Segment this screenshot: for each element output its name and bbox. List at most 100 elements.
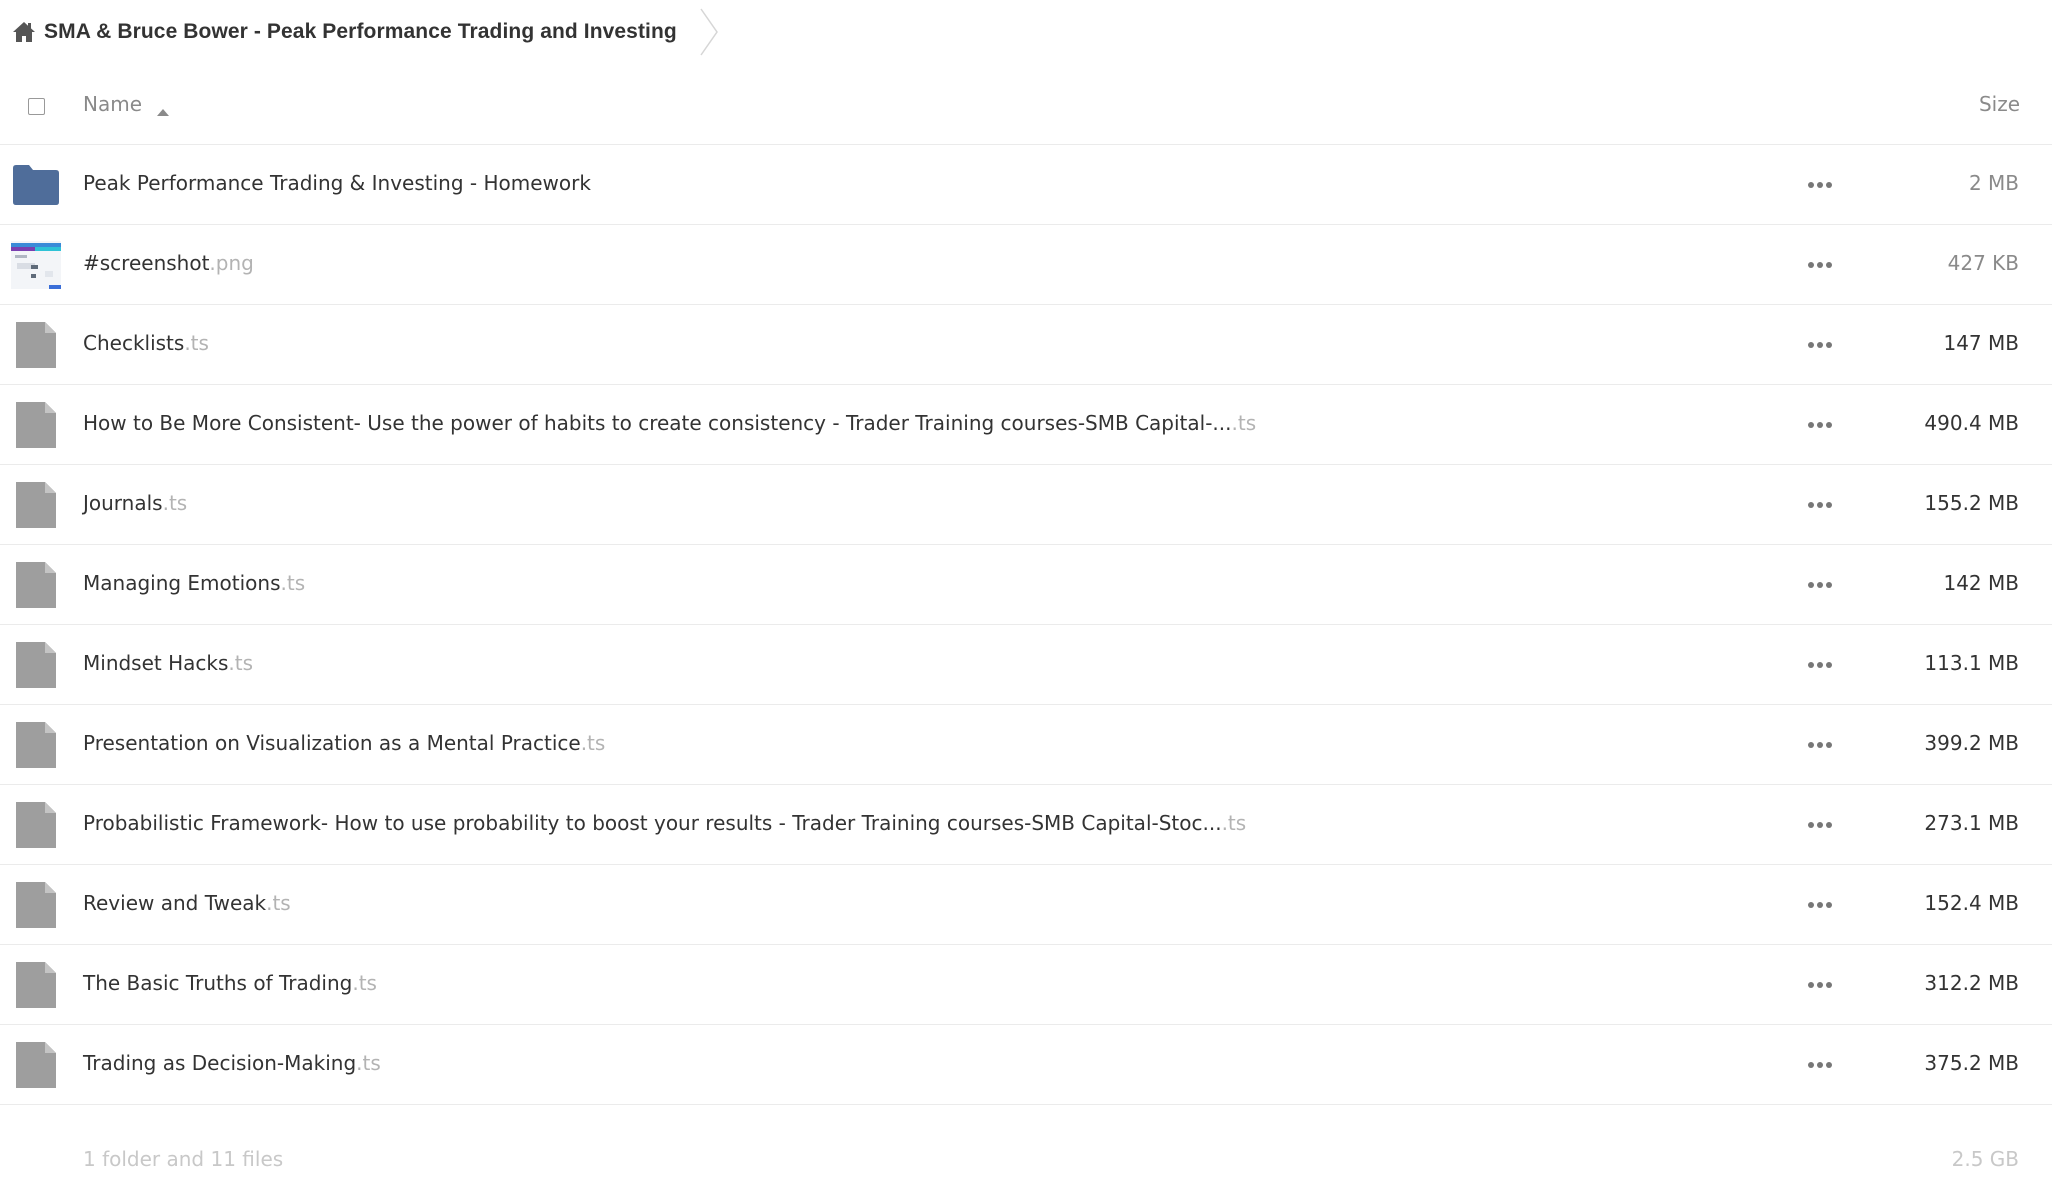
file-name-base: Trading as Decision-Making bbox=[83, 1051, 357, 1075]
file-name[interactable]: Probabilistic Framework- How to use prob… bbox=[83, 811, 1246, 835]
file-name[interactable]: Trading as Decision-Making.ts bbox=[83, 1051, 381, 1075]
more-options-icon[interactable] bbox=[1808, 255, 1832, 275]
breadcrumb-current-folder[interactable]: SMA & Bruce Bower - Peak Performance Tra… bbox=[44, 20, 677, 44]
file-icon bbox=[10, 799, 62, 851]
dot bbox=[1826, 502, 1832, 508]
file-name[interactable]: The Basic Truths of Trading.ts bbox=[83, 971, 377, 995]
dot bbox=[1808, 982, 1814, 988]
file-name[interactable]: Review and Tweak.ts bbox=[83, 891, 291, 915]
file-name-base: #screenshot bbox=[83, 251, 210, 275]
file-size: 142 MB bbox=[1943, 571, 2019, 595]
file-name-base: Presentation on Visualization as a Menta… bbox=[83, 731, 581, 755]
file-name-base: Managing Emotions bbox=[83, 571, 281, 595]
more-options-icon[interactable] bbox=[1808, 335, 1832, 355]
dot bbox=[1817, 582, 1823, 588]
file-extension: .ts bbox=[266, 891, 291, 915]
dot bbox=[1826, 422, 1832, 428]
folder-row[interactable]: Peak Performance Trading & Investing - H… bbox=[0, 145, 2052, 225]
file-icon bbox=[10, 1039, 62, 1091]
file-size: 399.2 MB bbox=[1924, 731, 2019, 755]
more-options-icon[interactable] bbox=[1808, 1055, 1832, 1075]
dot bbox=[1826, 662, 1832, 668]
file-icon bbox=[10, 959, 62, 1011]
dot bbox=[1817, 1062, 1823, 1068]
dot bbox=[1808, 262, 1814, 268]
file-row[interactable]: Probabilistic Framework- How to use prob… bbox=[0, 785, 2052, 865]
file-name[interactable]: How to Be More Consistent- Use the power… bbox=[83, 411, 1256, 435]
dot bbox=[1826, 902, 1832, 908]
dot bbox=[1817, 502, 1823, 508]
more-options-icon[interactable] bbox=[1808, 575, 1832, 595]
more-options-icon[interactable] bbox=[1808, 815, 1832, 835]
dot bbox=[1826, 582, 1832, 588]
dot bbox=[1808, 1062, 1814, 1068]
select-all-checkbox[interactable] bbox=[28, 98, 45, 115]
file-extension: .ts bbox=[162, 491, 188, 515]
file-row[interactable]: Review and Tweak.ts 152.4 MB bbox=[0, 865, 2052, 945]
file-name[interactable]: #screenshot.png bbox=[83, 251, 254, 275]
more-options-icon[interactable] bbox=[1808, 175, 1832, 195]
file-row[interactable]: How to Be More Consistent- Use the power… bbox=[0, 385, 2052, 465]
dot bbox=[1826, 262, 1832, 268]
dot bbox=[1817, 742, 1823, 748]
file-name[interactable]: Journals.ts bbox=[83, 491, 187, 515]
file-name[interactable]: Presentation on Visualization as a Menta… bbox=[83, 731, 605, 755]
dot bbox=[1808, 422, 1814, 428]
dot bbox=[1817, 662, 1823, 668]
file-size: 273.1 MB bbox=[1924, 811, 2019, 835]
dot bbox=[1826, 182, 1832, 188]
dot bbox=[1826, 1062, 1832, 1068]
file-row[interactable]: Journals.ts 155.2 MB bbox=[0, 465, 2052, 545]
dot bbox=[1808, 742, 1814, 748]
file-row[interactable]: Trading as Decision-Making.ts 375.2 MB bbox=[0, 1025, 2052, 1105]
file-row[interactable]: #screenshot.png 427 KB bbox=[0, 225, 2052, 305]
file-row[interactable]: Presentation on Visualization as a Menta… bbox=[0, 705, 2052, 785]
dot bbox=[1808, 342, 1814, 348]
file-list-summary: 1 folder and 11 files 2.5 GB bbox=[0, 1135, 2052, 1185]
more-options-icon[interactable] bbox=[1808, 655, 1832, 675]
dot bbox=[1817, 902, 1823, 908]
file-name[interactable]: Peak Performance Trading & Investing - H… bbox=[83, 171, 591, 195]
file-icon bbox=[10, 879, 62, 931]
more-options-icon[interactable] bbox=[1808, 895, 1832, 915]
file-extension: .ts bbox=[228, 651, 254, 675]
file-row[interactable]: Checklists.ts 147 MB bbox=[0, 305, 2052, 385]
file-extension: .ts bbox=[352, 971, 377, 995]
file-name-base: Journals bbox=[83, 491, 163, 515]
image-thumbnail-icon bbox=[10, 239, 62, 291]
breadcrumb: SMA & Bruce Bower - Peak Performance Tra… bbox=[0, 0, 721, 64]
home-icon[interactable] bbox=[12, 20, 36, 44]
more-options-icon[interactable] bbox=[1808, 975, 1832, 995]
dot bbox=[1808, 182, 1814, 188]
file-name[interactable]: Checklists.ts bbox=[83, 331, 209, 355]
file-row[interactable]: The Basic Truths of Trading.ts 312.2 MB bbox=[0, 945, 2052, 1025]
file-row[interactable]: Managing Emotions.ts 142 MB bbox=[0, 545, 2052, 625]
more-options-icon[interactable] bbox=[1808, 495, 1832, 515]
size-column-header[interactable]: Size bbox=[1979, 92, 2020, 116]
file-extension: .ts bbox=[356, 1051, 381, 1075]
file-list-header: Name Size bbox=[0, 70, 2052, 145]
dot bbox=[1817, 422, 1823, 428]
dot bbox=[1826, 742, 1832, 748]
file-size: 490.4 MB bbox=[1924, 411, 2019, 435]
file-name[interactable]: Managing Emotions.ts bbox=[83, 571, 305, 595]
dot bbox=[1808, 822, 1814, 828]
folder-icon bbox=[10, 159, 62, 211]
dot bbox=[1817, 822, 1823, 828]
file-row[interactable]: Mindset Hacks.ts 113.1 MB bbox=[0, 625, 2052, 705]
name-column-header[interactable]: Name bbox=[83, 92, 170, 116]
file-name-base: Review and Tweak bbox=[83, 891, 267, 915]
more-options-icon[interactable] bbox=[1808, 735, 1832, 755]
dot bbox=[1817, 342, 1823, 348]
file-name-base: Mindset Hacks bbox=[83, 651, 229, 675]
file-name[interactable]: Mindset Hacks.ts bbox=[83, 651, 253, 675]
file-name-base: Peak Performance Trading & Investing - H… bbox=[83, 171, 591, 195]
file-extension: .ts bbox=[1221, 811, 1247, 835]
file-extension: .png bbox=[209, 251, 254, 275]
more-options-icon[interactable] bbox=[1808, 415, 1832, 435]
sort-ascending-icon bbox=[156, 99, 170, 116]
file-extension: .ts bbox=[280, 571, 306, 595]
file-icon bbox=[10, 479, 62, 531]
dot bbox=[1826, 342, 1832, 348]
file-name-base: Checklists bbox=[83, 331, 185, 355]
